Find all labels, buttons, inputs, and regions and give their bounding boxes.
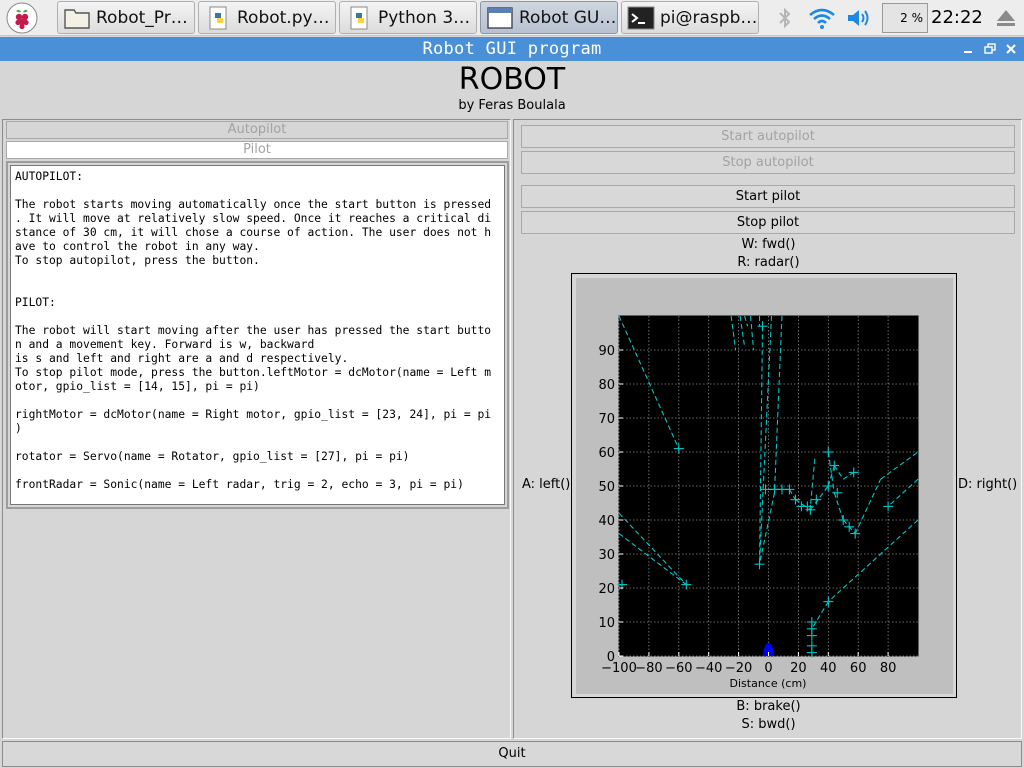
- key-hint-left: A: left(): [522, 477, 571, 492]
- y-tick-label: 0: [607, 650, 615, 665]
- volume-icon[interactable]: [844, 0, 874, 36]
- quit-button[interactable]: Quit: [2, 741, 1022, 767]
- key-hint-backward: S: bwd(): [741, 717, 796, 732]
- radar-plot: −100−80 −60 −40 −20 0 20 40 60 80010203040506070…: [576, 278, 953, 694]
- taskbar-item-label: Python 3…: [378, 7, 471, 28]
- app-author: by Feras Boulala: [458, 98, 566, 113]
- key-hint-radar: R: radar(): [737, 255, 800, 270]
- y-tick-label: 20: [598, 582, 615, 597]
- y-tick-label: 70: [598, 412, 615, 427]
- clock[interactable]: 22:22: [931, 0, 983, 36]
- autopilot-button[interactable]: Autopilot: [6, 121, 508, 139]
- minimize-icon[interactable]: [958, 39, 978, 59]
- left-panel: Autopilot Pilot AUTOPILOT: The robot sta…: [2, 119, 511, 739]
- bluetooth-icon[interactable]: [772, 0, 798, 36]
- taskbar-item-python-shell[interactable]: Python 3…: [339, 1, 477, 34]
- x-tick-label: 80: [880, 661, 897, 676]
- y-tick-label: 60: [598, 446, 615, 461]
- x-tick-label: 0: [764, 661, 772, 676]
- taskbar-item-label: Robot_Pr…: [96, 7, 188, 28]
- y-tick-label: 50: [598, 480, 615, 495]
- eject-icon[interactable]: [992, 0, 1020, 36]
- window-title: Robot GUI program: [422, 39, 602, 59]
- radar-plot-frame: −100 −80 −60 −40 −20 0 20 40 60 80 0 10 20 30 40 50 60 70…: [571, 273, 957, 698]
- wifi-icon[interactable]: [806, 0, 838, 36]
- x-tick-label: −60: [665, 661, 692, 676]
- start-autopilot-button[interactable]: Start autopilot: [521, 125, 1015, 148]
- taskbar-item-robot-py[interactable]: Robot.py…: [198, 1, 336, 34]
- app-title: ROBOT: [458, 62, 566, 97]
- y-tick-label: 80: [598, 378, 615, 393]
- taskbar-item-robot-gui[interactable]: Robot GU…: [480, 1, 618, 34]
- window-title-bar[interactable]: Robot GUI program: [0, 37, 1024, 61]
- raspberry-pi-icon[interactable]: [6, 2, 38, 34]
- window-icon: [485, 5, 515, 31]
- y-tick-label: 90: [598, 344, 615, 359]
- x-tick-label: −20: [725, 661, 752, 676]
- key-hint-forward: W: fwd(): [741, 237, 796, 252]
- taskbar-item-file-manager[interactable]: Robot_Pr…: [57, 1, 195, 34]
- start-pilot-button[interactable]: Start pilot: [521, 185, 1015, 208]
- restore-icon[interactable]: [980, 39, 1000, 59]
- taskbar-item-label: Robot GU…: [519, 7, 617, 28]
- right-panel: Start autopilot Stop autopilot Start pil…: [513, 119, 1022, 739]
- pilot-button[interactable]: Pilot: [6, 141, 508, 159]
- stop-pilot-button[interactable]: Stop pilot: [521, 211, 1015, 234]
- x-tick-label: 40: [820, 661, 837, 676]
- taskbar: Robot_Pr… Robot.py… Python 3… Robot GU… …: [0, 0, 1024, 36]
- info-text[interactable]: AUTOPILOT: The robot starts moving autom…: [10, 165, 505, 505]
- info-panel: AUTOPILOT: The robot starts moving autom…: [6, 161, 509, 509]
- close-icon[interactable]: [1001, 39, 1021, 59]
- y-tick-label: 30: [598, 548, 615, 563]
- cpu-usage-value: 2 %: [900, 11, 923, 25]
- x-tick-label: 20: [790, 661, 807, 676]
- taskbar-item-label: pi@raspb…: [660, 7, 758, 28]
- x-axis-label: Distance (cm): [730, 677, 807, 690]
- terminal-icon: [626, 5, 656, 31]
- y-tick-label: 10: [598, 616, 615, 631]
- x-tick-label: −80: [635, 661, 662, 676]
- y-tick-label: 40: [598, 514, 615, 529]
- cpu-monitor: 2 %: [882, 3, 928, 33]
- python-file-icon: [344, 5, 374, 31]
- x-tick-label: 60: [850, 661, 867, 676]
- x-tick-label: −40: [695, 661, 722, 676]
- folder-icon: [62, 5, 92, 31]
- key-hint-brake: B: brake(): [736, 699, 801, 714]
- taskbar-item-label: Robot.py…: [237, 7, 330, 28]
- python-file-icon: [203, 5, 233, 31]
- stop-autopilot-button[interactable]: Stop autopilot: [521, 151, 1015, 174]
- key-hint-right: D: right(): [958, 477, 1018, 492]
- taskbar-item-terminal[interactable]: pi@raspb…: [621, 1, 759, 34]
